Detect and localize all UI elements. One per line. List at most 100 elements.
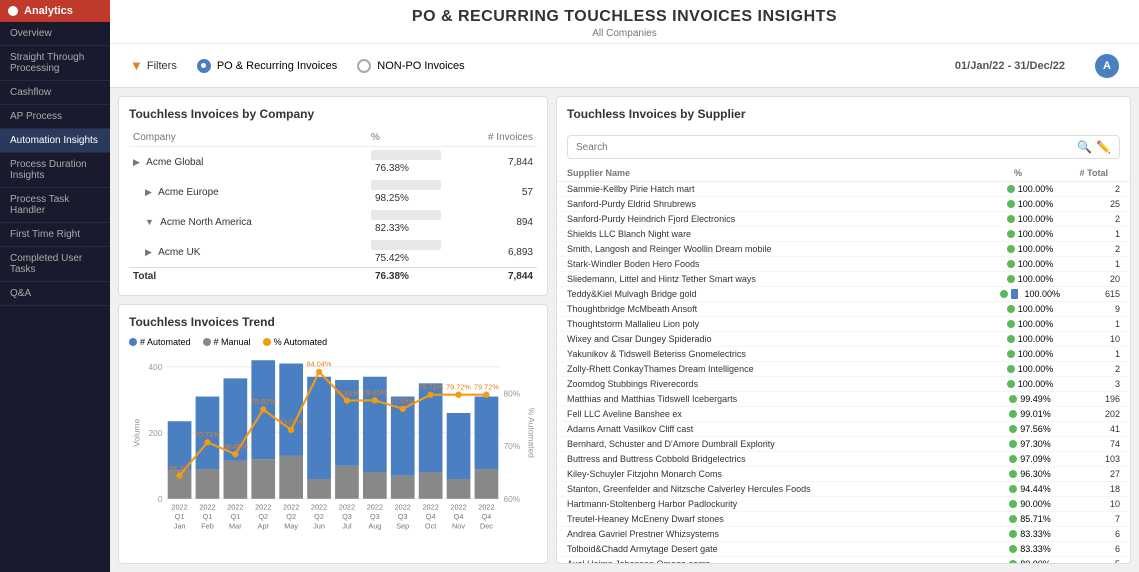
supplier-pct: 90.00% — [1000, 499, 1060, 509]
pct-text: 100.00% — [1018, 364, 1054, 374]
sidebar-item[interactable]: First Time Right — [0, 223, 110, 247]
sidebar-item[interactable]: Process Task Handler — [0, 188, 110, 223]
sidebar-item[interactable]: Straight Through Processing — [0, 46, 110, 81]
supplier-row[interactable]: Thoughtbridge McMbeath Ansoft 100.00% 9 — [557, 302, 1130, 317]
filter-button[interactable]: ▼ Filters — [130, 58, 177, 73]
po-recurring-label: PO & Recurring Invoices — [217, 60, 337, 72]
supplier-row[interactable]: Yakunikov & Tidswell Beteriss Gnomelectr… — [557, 347, 1130, 362]
supplier-row[interactable]: Axel Heims Johansen Omega coms 80.00% 5 — [557, 557, 1130, 563]
po-recurring-radio[interactable] — [197, 59, 211, 73]
left-panel: Touchless Invoices by Company Company % … — [118, 96, 548, 564]
col-company: Company — [129, 129, 367, 147]
pct-text: 97.56% — [1020, 424, 1051, 434]
supplier-row[interactable]: Wixey and Cisar Dungey Spideradio 100.00… — [557, 332, 1130, 347]
invoice-count: 7,844 — [467, 268, 537, 286]
sidebar-item[interactable]: Cashflow — [0, 81, 110, 105]
supplier-col-pct: % — [988, 168, 1048, 178]
green-dot — [1007, 275, 1015, 283]
supplier-name: Sliedemann, Littel and Hintz Tether Smar… — [567, 274, 1000, 284]
pct-text: 100.00% — [1018, 244, 1054, 254]
supplier-row[interactable]: Matthias and Matthias Tidswell Icebergar… — [557, 392, 1130, 407]
supplier-row[interactable]: Sanford-Purdy Eldrid Shrubrews 100.00% 2… — [557, 197, 1130, 212]
pct-text: 100.00% — [1018, 349, 1054, 359]
supplier-row[interactable]: Stanton, Greenfelder and Nitzsche Calver… — [557, 482, 1130, 497]
supplier-total: 27 — [1060, 469, 1120, 479]
sidebar-item[interactable]: Overview — [0, 22, 110, 46]
supplier-row[interactable]: Zolly-Rhett ConkayThames Dream Intellige… — [557, 362, 1130, 377]
supplier-row[interactable]: Bernhard, Schuster and D'Amore Dumbrall … — [557, 437, 1130, 452]
supplier-row[interactable]: Adams Arnatt Vasilkov Cliff cast 97.56% … — [557, 422, 1130, 437]
content-area: Touchless Invoices by Company Company % … — [110, 88, 1139, 572]
supplier-row[interactable]: Kiley-Schuyler Fitzjohn Monarch Coms 96.… — [557, 467, 1130, 482]
svg-text:2022: 2022 — [395, 502, 411, 511]
svg-text:Jun: Jun — [313, 521, 325, 530]
po-recurring-option[interactable]: PO & Recurring Invoices — [197, 59, 337, 73]
expand-icon[interactable]: ▼ — [145, 217, 154, 227]
supplier-row[interactable]: Sanford-Purdy Heindrich Fjord Electronic… — [557, 212, 1130, 227]
supplier-name: Sanford-Purdy Heindrich Fjord Electronic… — [567, 214, 1000, 224]
supplier-row[interactable]: Fell LLC Aveline Banshee ex 99.01% 202 — [557, 407, 1130, 422]
supplier-pct: 100.00% — [1000, 229, 1060, 239]
company-pct: 98.25% — [367, 177, 467, 207]
supplier-total: 1 — [1060, 319, 1120, 329]
trend-legend: # Automated# Manual% Automated — [129, 337, 537, 347]
supplier-name: Yakunikov & Tidswell Beteriss Gnomelectr… — [567, 349, 1000, 359]
pct-bar — [371, 210, 441, 220]
supplier-total: 6 — [1060, 529, 1120, 539]
supplier-name: Fell LLC Aveline Banshee ex — [567, 409, 1000, 419]
user-avatar[interactable]: A — [1095, 54, 1119, 78]
expand-icon[interactable]: ▶ — [133, 157, 140, 167]
supplier-pct: 96.30% — [1000, 469, 1060, 479]
pct-text: 90.00% — [1020, 499, 1051, 509]
expand-icon[interactable]: ▶ — [145, 187, 152, 197]
supplier-row[interactable]: Andrea Gavriel Prestner Whizsystems 83.3… — [557, 527, 1130, 542]
supplier-row[interactable]: Tolboid&Chadd Armytage Desert gate 83.33… — [557, 542, 1130, 557]
green-dot — [1007, 260, 1015, 268]
pct-bar — [371, 180, 441, 190]
svg-text:79.72%: 79.72% — [474, 382, 499, 391]
supplier-row[interactable]: Smith, Langosh and Reinger Woollin Dream… — [557, 242, 1130, 257]
main-content: PO & RECURRING TOUCHLESS INVOICES INSIGH… — [110, 0, 1139, 572]
supplier-total: 615 — [1060, 289, 1120, 299]
supplier-row[interactable]: Hartmann-Stoltenberg Harbor Padlockurity… — [557, 497, 1130, 512]
sidebar-item[interactable]: Process Duration Insights — [0, 153, 110, 188]
supplier-pct: 100.00% — [1000, 319, 1060, 329]
sidebar-item[interactable]: Completed User Tasks — [0, 247, 110, 282]
expand-icon[interactable]: ▶ — [145, 247, 152, 257]
non-po-option[interactable]: NON-PO Invoices — [357, 59, 464, 73]
supplier-row[interactable]: Stark-Windler Boden Hero Foods 100.00% 1 — [557, 257, 1130, 272]
search-input[interactable] — [576, 142, 1077, 153]
svg-text:Q2: Q2 — [286, 512, 296, 521]
supplier-row[interactable]: Thoughtstorm Mallalieu Lion poly 100.00%… — [557, 317, 1130, 332]
company-pct: 76.38% — [367, 147, 467, 178]
supplier-row[interactable]: Teddy&Kiel Mulvagh Bridge gold 100.00% 6… — [557, 287, 1130, 302]
pct-value: 98.25% — [375, 193, 409, 204]
page-title: PO & RECURRING TOUCHLESS INVOICES INSIGH… — [110, 8, 1139, 26]
supplier-row[interactable]: Buttress and Buttress Cobbold Bridgelect… — [557, 452, 1130, 467]
green-dot — [1009, 545, 1017, 553]
supplier-row[interactable]: Sliedemann, Littel and Hintz Tether Smar… — [557, 272, 1130, 287]
green-dot — [1009, 530, 1017, 538]
sidebar-item[interactable]: Automation Insights — [0, 129, 110, 153]
pct-bar — [371, 240, 441, 250]
pct-text: 100.00% — [1018, 199, 1054, 209]
page-subtitle: All Companies — [110, 28, 1139, 39]
supplier-row[interactable]: Shields LLC Blanch Night ware 100.00% 1 — [557, 227, 1130, 242]
svg-text:Q4: Q4 — [454, 512, 464, 521]
sidebar-item[interactable]: AP Process — [0, 105, 110, 129]
legend-dot — [129, 338, 137, 346]
supplier-name: Sammie-Kellby Pirie Hatch mart — [567, 184, 1000, 194]
supplier-row[interactable]: Treutel-Heaney McEneny Dwarf stones 85.7… — [557, 512, 1130, 527]
supplier-name: Smith, Langosh and Reinger Woollin Dream… — [567, 244, 1000, 254]
supplier-row[interactable]: Zoomdog Stubbings Riverecords 100.00% 3 — [557, 377, 1130, 392]
supplier-row[interactable]: Sammie-Kellby Pirie Hatch mart 100.00% 2 — [557, 182, 1130, 197]
supplier-name: Hartmann-Stoltenberg Harbor Padlockurity — [567, 499, 1000, 509]
svg-text:Q1: Q1 — [230, 512, 240, 521]
sidebar-item[interactable]: Q&A — [0, 282, 110, 306]
edit-icon[interactable]: ✏️ — [1096, 140, 1111, 154]
supplier-name: Shields LLC Blanch Night ware — [567, 229, 1000, 239]
non-po-radio[interactable] — [357, 59, 371, 73]
green-dot — [1009, 440, 1017, 448]
supplier-name: Stanton, Greenfelder and Nitzsche Calver… — [567, 484, 1000, 494]
svg-text:70.71%: 70.71% — [195, 430, 220, 439]
